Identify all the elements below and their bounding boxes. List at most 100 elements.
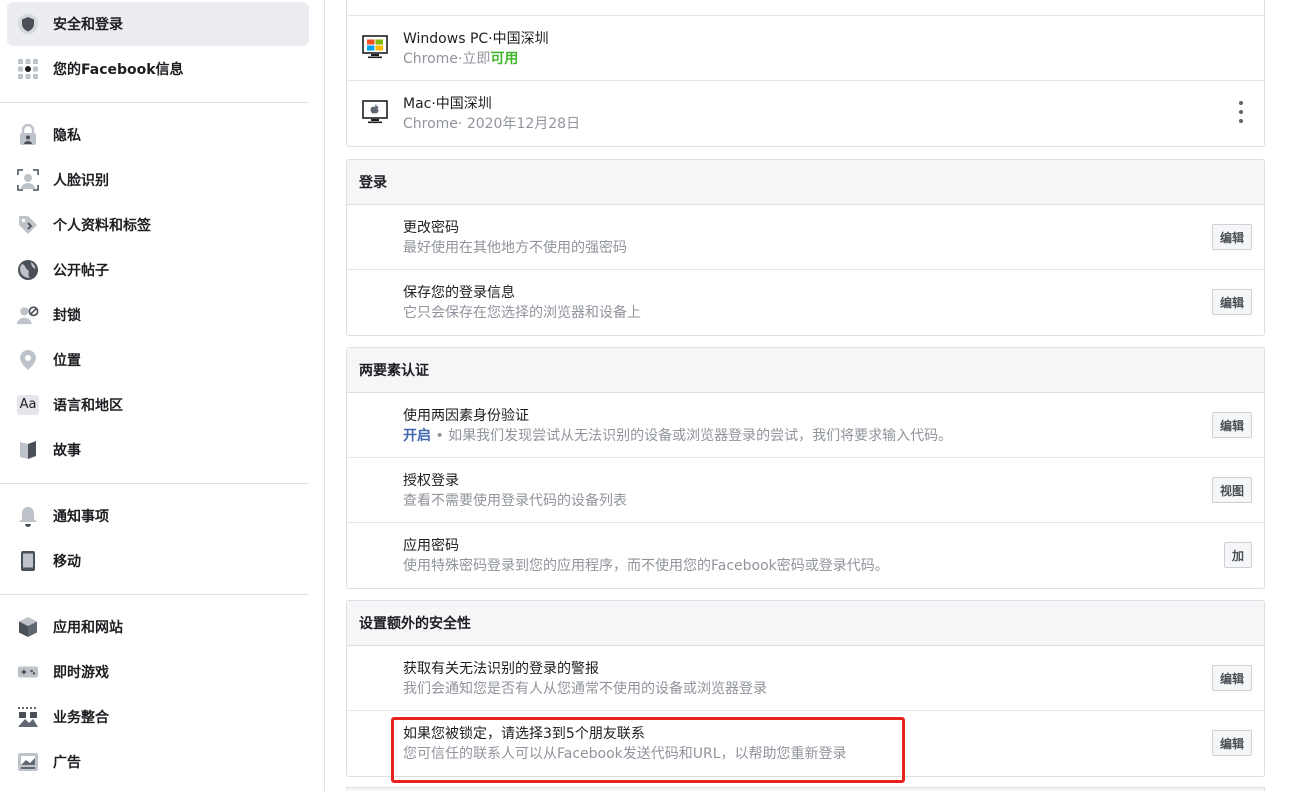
device-browser: Chrome·立即 bbox=[403, 51, 490, 67]
panel-top-edge bbox=[347, 0, 1264, 16]
mac-icon bbox=[362, 100, 388, 124]
row-description: 它只会保存在您选择的浏览器和设备上 bbox=[403, 302, 641, 322]
authorized-logins-row[interactable]: 授权登录 查看不需要使用登录代码的设备列表 视图 bbox=[347, 458, 1264, 523]
bell-icon bbox=[17, 505, 39, 527]
status-on-label: 开启 bbox=[403, 428, 431, 444]
device-status: 可用 bbox=[490, 51, 518, 67]
sidebar-item-mobile[interactable]: 移动 bbox=[7, 539, 309, 583]
app-passwords-row[interactable]: 应用密码 使用特殊密码登录到您的应用程序，而不使用您的Facebook密码或登录… bbox=[347, 523, 1264, 588]
two-factor-auth-row[interactable]: 使用两因素身份验证 开启 • 如果我们发现尝试从无法识别的设备或浏览器登录的尝试… bbox=[347, 393, 1264, 458]
edit-button[interactable]: 编辑 bbox=[1212, 224, 1252, 250]
sidebar-item-face-recognition[interactable]: 人脸识别 bbox=[7, 158, 309, 202]
login-alerts-row[interactable]: 获取有关无法识别的登录的警报 我们会通知您是否有人从您通常不使用的设备或浏览器登… bbox=[347, 646, 1264, 711]
sidebar-item-stories[interactable]: 故事 bbox=[7, 428, 309, 472]
device-subtitle: Chrome· 2020年12月28日 bbox=[403, 113, 580, 133]
language-icon: Aa bbox=[17, 394, 39, 416]
lock-icon bbox=[17, 124, 39, 146]
row-description: 开启 • 如果我们发现尝试从无法识别的设备或浏览器登录的尝试，我们将要求输入代码… bbox=[403, 425, 952, 445]
sidebar-item-label: 安全和登录 bbox=[53, 14, 123, 34]
edit-button[interactable]: 编辑 bbox=[1212, 289, 1252, 315]
sidebar-divider bbox=[0, 594, 309, 595]
row-description: 最好使用在其他地方不使用的强密码 bbox=[403, 237, 627, 257]
sidebar-item-label: 位置 bbox=[53, 350, 81, 370]
trusted-contacts-row[interactable]: 如果您被锁定，请选择3到5个朋友联系 您可信任的联系人可以从Facebook发送… bbox=[347, 711, 1264, 776]
business-integration-icon bbox=[17, 706, 39, 728]
where-logged-in-panel: Windows PC·中国深圳 Chrome·立即可用 Mac·中国深圳 Chr… bbox=[346, 0, 1265, 147]
windows-pc-icon bbox=[362, 35, 388, 59]
device-title: Windows PC·中国深圳 bbox=[403, 28, 549, 48]
cube-icon bbox=[17, 616, 39, 638]
sidebar-item-label: 业务整合 bbox=[53, 707, 109, 727]
shield-icon bbox=[17, 13, 39, 35]
sidebar-item-facebook-info[interactable]: 您的Facebook信息 bbox=[7, 47, 309, 91]
sidebar-divider bbox=[0, 483, 309, 484]
add-button[interactable]: 加 bbox=[1224, 542, 1252, 568]
row-description-text: • 如果我们发现尝试从无法识别的设备或浏览器登录的尝试，我们将要求输入代码。 bbox=[431, 428, 952, 444]
edit-button[interactable]: 编辑 bbox=[1212, 412, 1252, 438]
edit-button[interactable]: 编辑 bbox=[1212, 730, 1252, 756]
sidebar-item-apps-websites[interactable]: 应用和网站 bbox=[7, 605, 309, 649]
globe-icon bbox=[17, 259, 39, 281]
login-panel: 登录 更改密码 最好使用在其他地方不使用的强密码 编辑 保存您的登录信息 它只会… bbox=[346, 159, 1265, 336]
sidebar-item-business-integrations[interactable]: 业务整合 bbox=[7, 695, 309, 739]
sidebar-item-label: 公开帖子 bbox=[53, 260, 109, 280]
book-icon bbox=[17, 439, 39, 461]
sidebar-item-label: 语言和地区 bbox=[53, 395, 123, 415]
sidebar-item-label: 移动 bbox=[53, 551, 81, 571]
extra-security-heading: 设置额外的安全性 bbox=[347, 601, 1264, 646]
change-password-row[interactable]: 更改密码 最好使用在其他地方不使用的强密码 编辑 bbox=[347, 205, 1264, 270]
row-description: 使用特殊密码登录到您的应用程序，而不使用您的Facebook密码或登录代码。 bbox=[403, 555, 889, 575]
block-user-icon bbox=[17, 304, 39, 326]
sidebar-item-label: 个人资料和标签 bbox=[53, 215, 151, 235]
edit-button[interactable]: 编辑 bbox=[1212, 665, 1252, 691]
sidebar-item-label: 即时游戏 bbox=[53, 662, 109, 682]
row-title: 授权登录 bbox=[403, 470, 459, 490]
save-login-info-row[interactable]: 保存您的登录信息 它只会保存在您选择的浏览器和设备上 编辑 bbox=[347, 270, 1264, 335]
sidebar-item-instant-games[interactable]: 即时游戏 bbox=[7, 650, 309, 694]
row-title: 如果您被锁定，请选择3到5个朋友联系 bbox=[403, 723, 645, 743]
facebook-info-icon bbox=[17, 58, 39, 80]
login-heading: 登录 bbox=[347, 160, 1264, 205]
sidebar-item-ads[interactable]: 广告 bbox=[7, 740, 309, 784]
sidebar-item-language-region[interactable]: Aa 语言和地区 bbox=[7, 383, 309, 427]
settings-sidebar: 安全和登录 您的Facebook信息 隐私 人脸识别 个人资料和标签 bbox=[0, 0, 325, 791]
two-factor-panel: 两要素认证 使用两因素身份验证 开启 • 如果我们发现尝试从无法识别的设备或浏览… bbox=[346, 347, 1265, 589]
ads-icon bbox=[17, 751, 39, 773]
row-title: 使用两因素身份验证 bbox=[403, 405, 529, 425]
sidebar-item-label: 隐私 bbox=[53, 125, 81, 145]
sidebar-item-privacy[interactable]: 隐私 bbox=[7, 113, 309, 157]
row-title: 应用密码 bbox=[403, 535, 459, 555]
sidebar-item-security-login[interactable]: 安全和登录 bbox=[7, 2, 309, 46]
sidebar-item-blocking[interactable]: 封锁 bbox=[7, 293, 309, 337]
gamepad-icon bbox=[17, 661, 39, 683]
device-subtitle: Chrome·立即可用 bbox=[403, 48, 518, 68]
sidebar-item-label: 广告 bbox=[53, 752, 81, 772]
sidebar-item-profile-tags[interactable]: 个人资料和标签 bbox=[7, 203, 309, 247]
view-button[interactable]: 视图 bbox=[1212, 477, 1252, 503]
row-title: 更改密码 bbox=[403, 217, 459, 237]
sidebar-item-public-posts[interactable]: 公开帖子 bbox=[7, 248, 309, 292]
extra-security-panel: 设置额外的安全性 获取有关无法识别的登录的警报 我们会通知您是否有人从您通常不使… bbox=[346, 600, 1265, 777]
face-recognition-icon bbox=[17, 169, 39, 191]
sidebar-item-label: 通知事项 bbox=[53, 506, 109, 526]
sidebar-item-label: 您的Facebook信息 bbox=[53, 59, 184, 79]
more-options-icon[interactable] bbox=[1236, 101, 1246, 123]
sidebar-item-notifications[interactable]: 通知事项 bbox=[7, 494, 309, 538]
row-title: 保存您的登录信息 bbox=[403, 282, 515, 302]
device-row[interactable]: Windows PC·中国深圳 Chrome·立即可用 bbox=[347, 16, 1264, 81]
sidebar-item-label: 故事 bbox=[53, 440, 81, 460]
device-row[interactable]: Mac·中国深圳 Chrome· 2020年12月28日 bbox=[347, 81, 1264, 146]
sidebar-item-label: 应用和网站 bbox=[53, 617, 123, 637]
location-pin-icon bbox=[17, 349, 39, 371]
row-description: 我们会通知您是否有人从您通常不使用的设备或浏览器登录 bbox=[403, 678, 767, 698]
row-description: 您可信任的联系人可以从Facebook发送代码和URL，以帮助您重新登录 bbox=[403, 743, 847, 763]
device-title: Mac·中国深圳 bbox=[403, 93, 492, 113]
sidebar-item-location[interactable]: 位置 bbox=[7, 338, 309, 382]
sidebar-item-label: 封锁 bbox=[53, 305, 81, 325]
sidebar-divider bbox=[0, 102, 309, 103]
two-factor-heading: 两要素认证 bbox=[347, 348, 1264, 393]
row-title: 获取有关无法识别的登录的警报 bbox=[403, 658, 599, 678]
language-icon-text: Aa bbox=[17, 395, 39, 415]
sidebar-item-label: 人脸识别 bbox=[53, 170, 109, 190]
row-description: 查看不需要使用登录代码的设备列表 bbox=[403, 490, 627, 510]
